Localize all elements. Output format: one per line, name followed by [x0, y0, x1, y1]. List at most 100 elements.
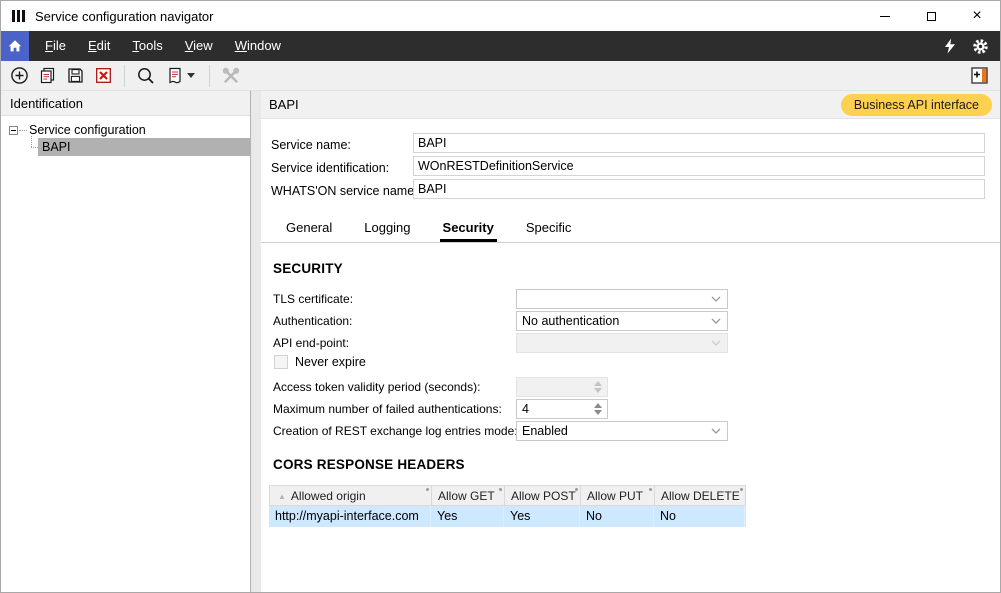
minimize-icon	[880, 16, 890, 17]
identification-panel: Identification Service configuration BAP…	[1, 91, 250, 592]
toolbar	[1, 61, 1000, 91]
toolbar-separator	[124, 65, 125, 87]
service-name-input[interactable]	[413, 133, 985, 153]
tls-certificate-label: TLS certificate:	[273, 289, 353, 309]
access-token-validity-label: Access token validity period (seconds):	[273, 377, 480, 397]
home-icon	[7, 38, 23, 54]
minimize-button[interactable]	[862, 1, 908, 31]
tree-collapse-icon[interactable]	[9, 126, 18, 135]
dropdown-caret-icon	[187, 73, 195, 78]
rest-log-mode-label: Creation of REST exchange log entries mo…	[273, 421, 518, 441]
panel-splitter[interactable]	[250, 91, 261, 592]
rest-log-mode-select[interactable]: Enabled	[516, 421, 728, 441]
toolbar-separator	[209, 65, 210, 87]
service-identification-input[interactable]	[413, 156, 985, 176]
access-token-validity-spinner	[516, 377, 608, 397]
service-name-label: Service name:	[271, 135, 351, 155]
tools-icon	[221, 66, 241, 86]
title-bar: Service configuration navigator ×	[1, 1, 1000, 31]
cors-table-header: ▲Allowed origin Allow GET Allow POST All…	[269, 485, 746, 506]
tools-button[interactable]	[217, 63, 245, 89]
app-window: Service configuration navigator × File E…	[0, 0, 1001, 593]
chevron-down-icon	[711, 318, 721, 324]
delete-icon	[94, 66, 113, 85]
delete-button[interactable]	[89, 63, 117, 89]
authentication-label: Authentication:	[273, 311, 352, 331]
save-icon	[66, 66, 85, 85]
cell-allow-put: No	[580, 506, 654, 527]
column-header-allow-get[interactable]: Allow GET	[432, 486, 505, 505]
service-identification-label: Service identification:	[271, 158, 389, 178]
app-icon	[12, 10, 25, 22]
spinner-arrows-icon[interactable]	[594, 403, 602, 415]
copy-icon	[38, 66, 57, 85]
max-failed-auth-spinner[interactable]: 4	[516, 399, 608, 419]
tab-specific[interactable]: Specific	[523, 217, 575, 242]
detail-header: BAPI Business API interface	[261, 91, 1000, 119]
identification-panel-header: Identification	[1, 91, 250, 116]
add-panel-icon	[971, 67, 988, 84]
cell-allow-get: Yes	[431, 506, 504, 527]
tab-logging[interactable]: Logging	[361, 217, 413, 242]
never-expire-label: Never expire	[295, 352, 366, 372]
chevron-down-icon	[711, 296, 721, 302]
detail-panel: BAPI Business API interface Service name…	[261, 91, 1000, 592]
api-endpoint-label: API end-point:	[273, 333, 349, 353]
menu-tools[interactable]: Tools	[121, 31, 173, 61]
cors-section-heading: CORS RESPONSE HEADERS	[273, 457, 465, 472]
tree-node-bapi-selected[interactable]: BAPI	[38, 138, 250, 156]
add-button[interactable]	[5, 63, 33, 89]
column-header-allow-put[interactable]: Allow PUT	[581, 486, 655, 505]
never-expire-checkbox[interactable]	[274, 355, 288, 369]
menu-edit[interactable]: Edit	[77, 31, 121, 61]
gear-icon	[972, 38, 989, 55]
settings-button[interactable]	[968, 34, 992, 58]
window-title: Service configuration navigator	[35, 9, 214, 24]
authentication-select[interactable]: No authentication	[516, 311, 728, 331]
tls-certificate-select[interactable]	[516, 289, 728, 309]
spinner-arrows-icon	[594, 381, 602, 393]
report-dropdown-button[interactable]	[160, 63, 202, 89]
close-button[interactable]: ×	[954, 1, 1000, 31]
detail-title: BAPI	[269, 97, 299, 112]
column-header-allow-delete[interactable]: Allow DELETE	[655, 486, 746, 505]
service-type-badge: Business API interface	[841, 94, 992, 116]
add-panel-button[interactable]	[965, 63, 993, 89]
menu-file[interactable]: File	[34, 31, 77, 61]
search-icon	[136, 66, 156, 86]
cell-allow-delete: No	[654, 506, 745, 527]
cell-allowed-origin: http://myapi-interface.com	[269, 506, 431, 527]
chevron-down-icon	[711, 428, 721, 434]
menu-view[interactable]: View	[174, 31, 224, 61]
add-icon	[10, 66, 29, 85]
maximize-icon	[927, 12, 936, 21]
lightning-icon	[943, 38, 957, 54]
report-icon	[167, 67, 183, 85]
cell-allow-post: Yes	[504, 506, 580, 527]
column-header-allowed-origin[interactable]: ▲Allowed origin	[270, 486, 432, 505]
tab-general[interactable]: General	[283, 217, 335, 242]
sort-ascending-icon: ▲	[278, 487, 286, 505]
tree-connector	[31, 147, 38, 148]
close-icon: ×	[972, 8, 981, 24]
cors-table: ▲Allowed origin Allow GET Allow POST All…	[269, 485, 746, 527]
security-section-heading: SECURITY	[273, 261, 343, 276]
lightning-button[interactable]	[938, 34, 962, 58]
whatson-service-name-input[interactable]	[413, 179, 985, 199]
whatson-service-name-label: WHATS'ON service name:	[271, 181, 418, 201]
column-header-allow-post[interactable]: Allow POST	[505, 486, 581, 505]
tree-connector	[31, 136, 32, 147]
menu-window[interactable]: Window	[224, 31, 292, 61]
maximize-button[interactable]	[908, 1, 954, 31]
tab-bar-divider	[261, 242, 1000, 243]
max-failed-auth-label: Maximum number of failed authentications…	[273, 399, 502, 419]
tab-bar: General Logging Security Specific	[283, 217, 574, 242]
save-button[interactable]	[61, 63, 89, 89]
tab-security[interactable]: Security	[440, 217, 497, 242]
copy-button[interactable]	[33, 63, 61, 89]
tree-node-service-configuration[interactable]: Service configuration	[29, 122, 146, 139]
home-button[interactable]	[1, 31, 29, 61]
cors-table-row-selected[interactable]: http://myapi-interface.com Yes Yes No No	[269, 506, 746, 527]
search-button[interactable]	[132, 63, 160, 89]
chevron-down-icon	[711, 340, 721, 346]
